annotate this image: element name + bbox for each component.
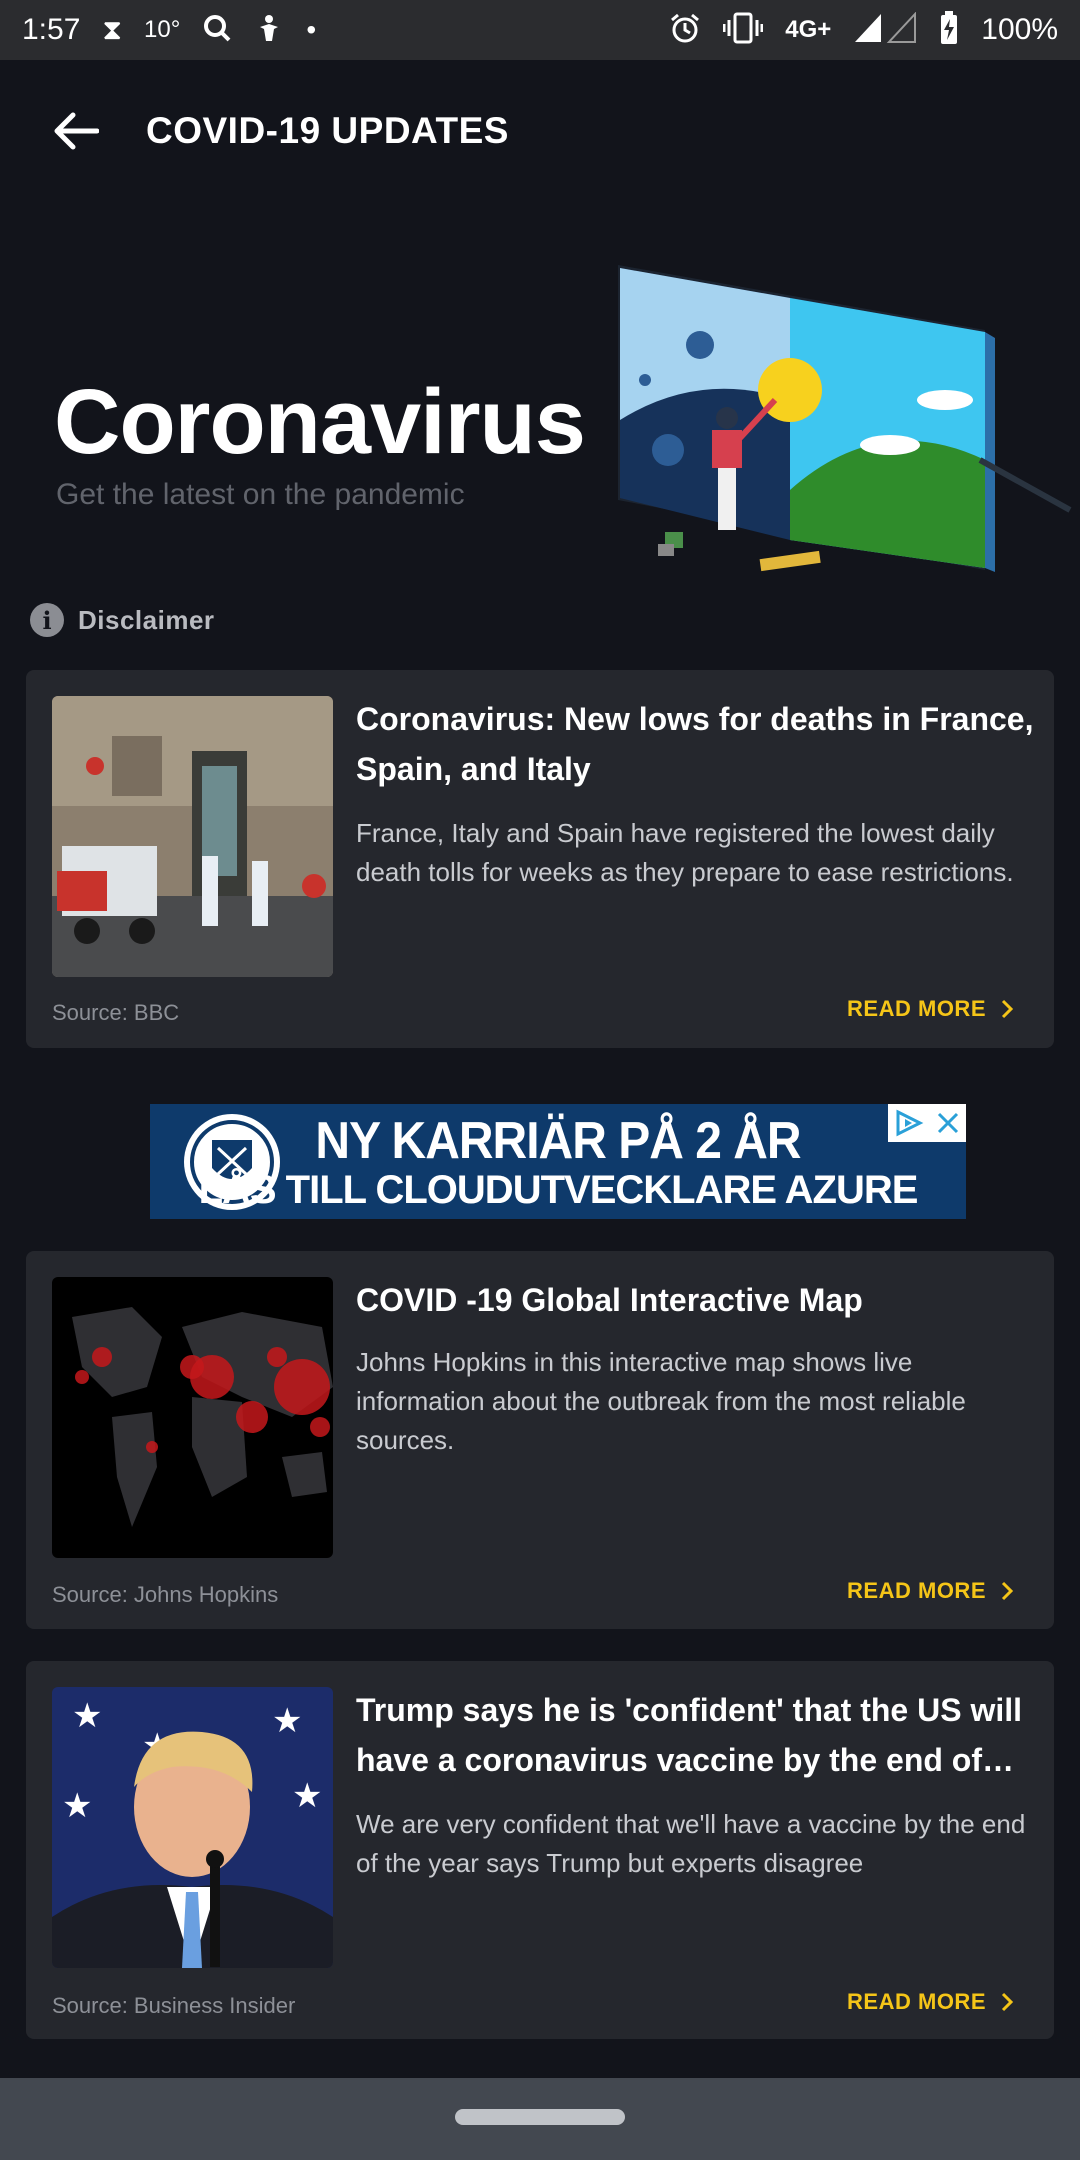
chevron-right-icon — [1001, 1581, 1014, 1601]
article-description: We are very confident that we'll have a … — [356, 1809, 1026, 1878]
news-card[interactable]: Coronavirus: New lows for deaths in Fran… — [26, 670, 1054, 1048]
vibrate-icon — [722, 12, 764, 49]
status-bar: 1:57 ⧗ 10° • 4G+ 100% — [0, 0, 1080, 60]
disclaimer-link[interactable]: i Disclaimer — [30, 603, 215, 637]
chevron-right-icon — [1001, 999, 1014, 1019]
read-more-label: READ MORE — [847, 1578, 986, 1603]
article-source: Source: Johns Hopkins — [52, 1582, 279, 1607]
hourglass-icon: ⧗ — [102, 14, 123, 45]
news-card[interactable]: ★ ★ ★ ★ ★ Trump says he is 'confident' t… — [26, 1661, 1054, 2039]
status-temperature: 10° — [144, 16, 181, 43]
read-more-label: READ MORE — [847, 1989, 986, 2014]
read-more-button[interactable]: READ MORE — [847, 1578, 1014, 1604]
ad-subheadline: LÅS TILL CLOUDUTVECKLARE AZURE — [198, 1168, 919, 1212]
ad-banner[interactable]: NY KARRIÄR PÅ 2 ÅR LÅS TILL CLOUDUTVECKL… — [150, 1104, 966, 1219]
svg-text:★: ★ — [72, 1696, 102, 1736]
network-type: 4G+ — [785, 16, 832, 43]
adchoices-icon[interactable] — [894, 1109, 924, 1137]
news-card[interactable]: COVID -19 Global Interactive Map Johns H… — [26, 1251, 1054, 1629]
article-thumbnail — [52, 1277, 333, 1558]
article-thumbnail: ★ ★ ★ ★ ★ — [52, 1687, 333, 1968]
article-source: Source: Business Insider — [52, 1993, 296, 2018]
arrow-left-icon — [54, 112, 99, 150]
home-gesture-handle[interactable] — [455, 2109, 625, 2125]
close-icon[interactable] — [936, 1111, 960, 1135]
hero-subtitle: Get the latest on the pandemic — [56, 478, 465, 511]
article-thumbnail — [52, 696, 333, 977]
notification-dot-icon: • — [306, 14, 317, 45]
chevron-right-icon — [1001, 1992, 1014, 2012]
article-title[interactable]: Trump says he is 'confident' that the US… — [356, 1685, 1036, 1785]
app-bar: COVID-19 UPDATES — [0, 60, 1080, 202]
article-title[interactable]: COVID -19 Global Interactive Map — [356, 1275, 1036, 1325]
accessibility-icon — [254, 13, 284, 48]
svg-text:★: ★ — [62, 1786, 92, 1826]
disclaimer-label: Disclaimer — [78, 604, 215, 635]
article-description: France, Italy and Spain have registered … — [356, 818, 1014, 887]
page-title: COVID-19 UPDATES — [146, 110, 509, 151]
hero-title: Coronavirus — [54, 371, 586, 473]
alarm-icon — [669, 12, 701, 49]
read-more-button[interactable]: READ MORE — [847, 1989, 1014, 2015]
status-time: 1:57 — [22, 13, 81, 46]
article-description: Johns Hopkins in this interactive map sh… — [356, 1347, 966, 1455]
hero-illustration — [618, 265, 1072, 572]
signal-icon — [853, 10, 917, 49]
article-title[interactable]: Coronavirus: New lows for deaths in Fran… — [356, 694, 1036, 794]
search-app-icon — [202, 13, 232, 48]
battery-level: 100% — [981, 13, 1058, 46]
article-source: Source: BBC — [52, 1000, 180, 1025]
svg-text:★: ★ — [272, 1701, 302, 1741]
info-icon: i — [30, 603, 64, 637]
ad-choices[interactable] — [888, 1104, 966, 1142]
read-more-label: READ MORE — [847, 996, 986, 1021]
ad-headline: NY KARRIÄR PÅ 2 ÅR — [315, 1112, 801, 1171]
back-button[interactable] — [38, 93, 114, 169]
system-nav-bar — [0, 2078, 1080, 2160]
read-more-button[interactable]: READ MORE — [847, 996, 1014, 1022]
svg-text:★: ★ — [292, 1776, 322, 1816]
battery-charging-icon — [939, 10, 959, 50]
